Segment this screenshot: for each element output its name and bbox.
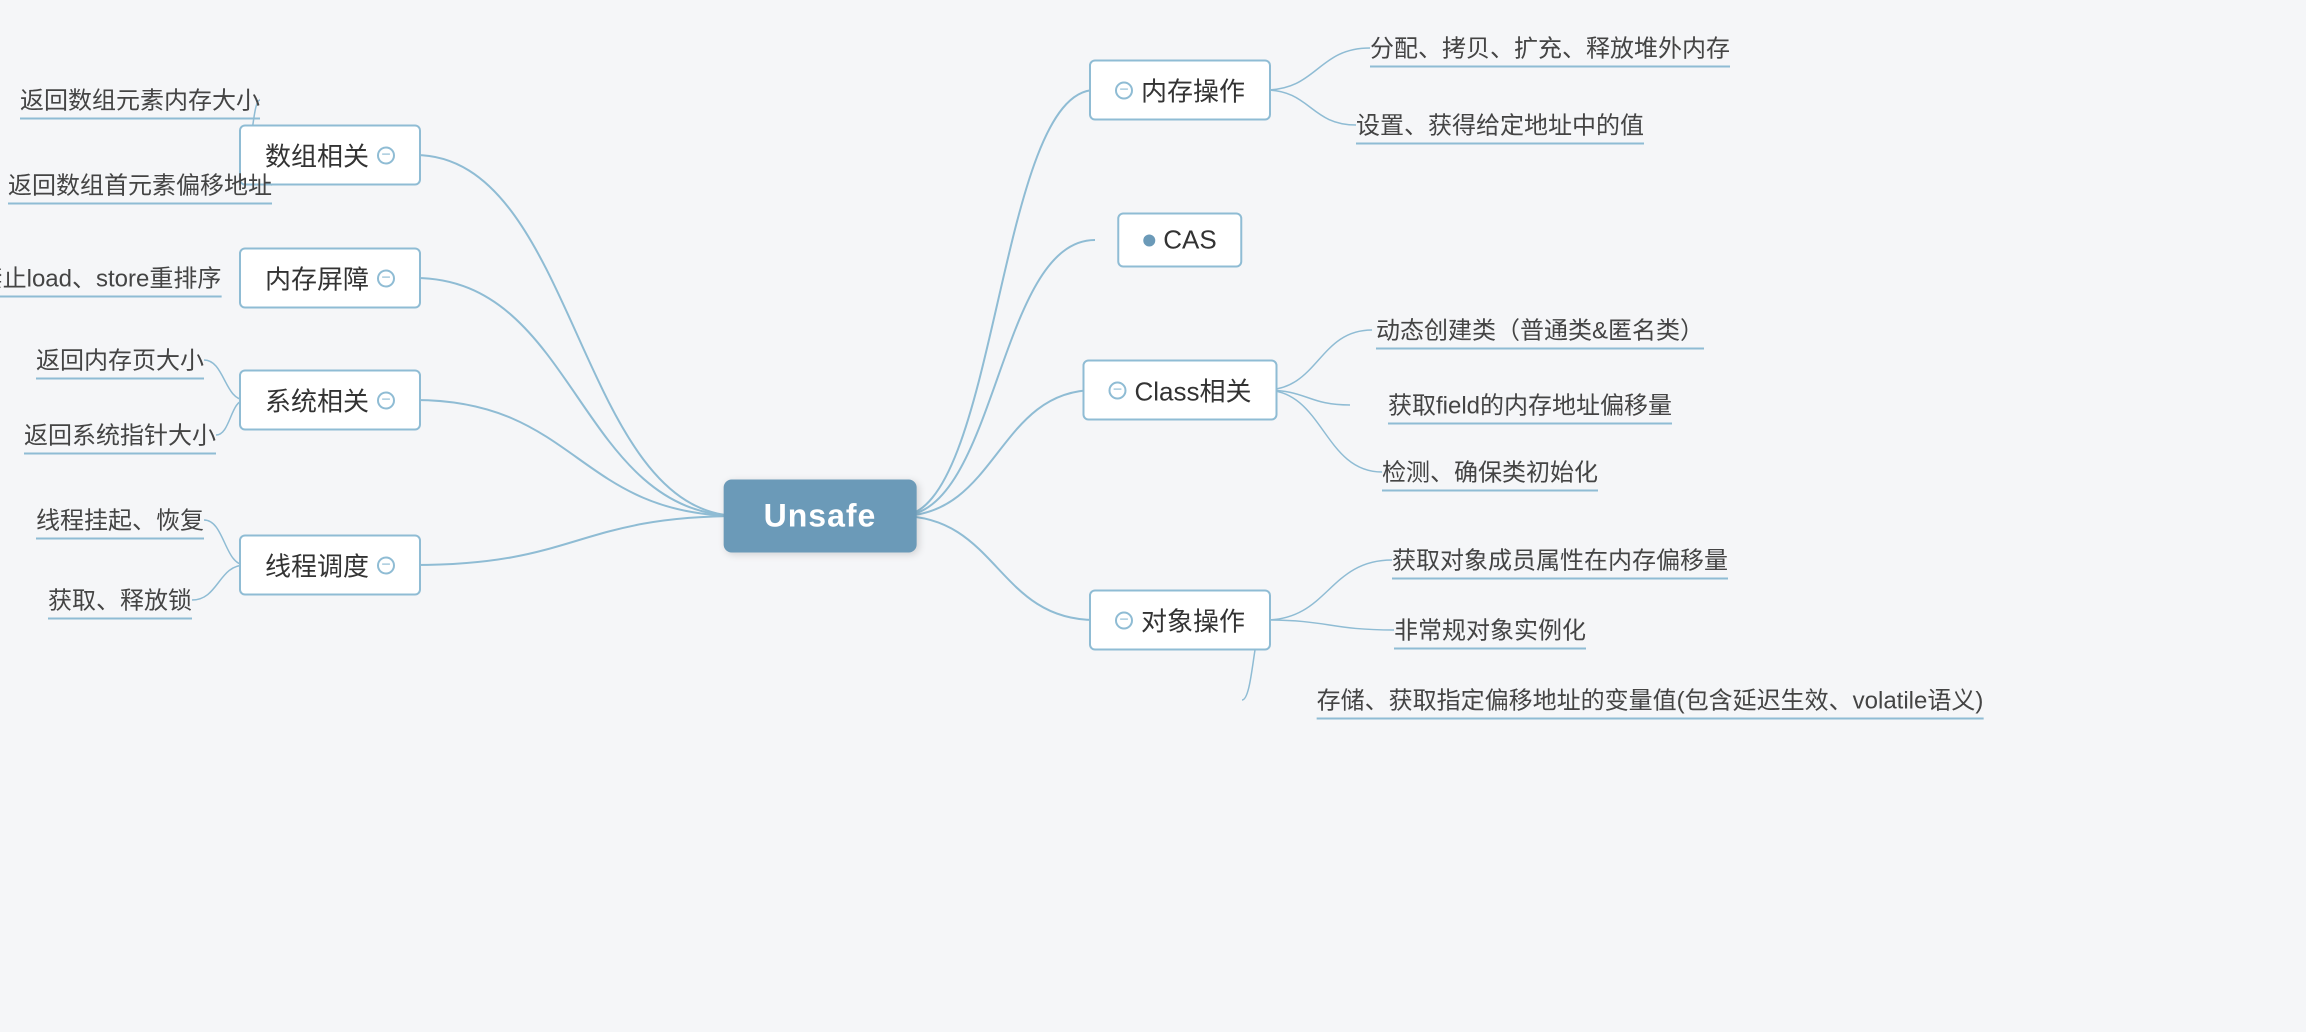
leaf-node: 返回内存页大小 [36, 341, 204, 380]
branch-node-memory-barrier[interactable]: 内存屏障− [239, 248, 421, 309]
leaf-node: 动态创建类（普通类&匿名类） [1376, 311, 1704, 350]
leaf-node: 获取对象成员属性在内存偏移量 [1392, 541, 1728, 580]
leaf-node: 分配、拷贝、扩充、释放堆外内存 [1370, 29, 1730, 68]
center-node: Unsafe [724, 480, 917, 553]
leaf-node: 返回数组首元素偏移地址 [8, 166, 272, 205]
branch-node-thread[interactable]: 线程调度− [239, 535, 421, 596]
leaf-node: 返回数组元素内存大小 [20, 81, 260, 120]
leaf-node: 检测、确保类初始化 [1382, 453, 1598, 492]
leaf-node: 存储、获取指定偏移地址的变量值(包含延迟生效、volatile语义) [1317, 681, 1984, 720]
mindmap-container: Unsafe数组相关−返回数组元素内存大小返回数组首元素偏移地址内存屏障−禁止l… [0, 0, 2306, 1032]
leaf-node: 禁止load、store重排序 [0, 259, 221, 298]
leaf-node: 返回系统指针大小 [24, 416, 216, 455]
branch-node-class[interactable]: −Class相关 [1082, 360, 1277, 421]
branch-node-system[interactable]: 系统相关− [239, 370, 421, 431]
leaf-node: 线程挂起、恢复 [36, 501, 204, 540]
leaf-node: 获取、释放锁 [48, 581, 192, 620]
leaf-node: 设置、获得给定地址中的值 [1356, 106, 1644, 145]
branch-node-object-ops[interactable]: −对象操作 [1089, 590, 1271, 651]
leaf-node: 非常规对象实例化 [1394, 611, 1586, 650]
leaf-node: 获取field的内存地址偏移量 [1388, 386, 1672, 425]
branch-node-cas[interactable]: CAS [1117, 213, 1242, 268]
branch-node-memory-ops[interactable]: −内存操作 [1089, 60, 1271, 121]
